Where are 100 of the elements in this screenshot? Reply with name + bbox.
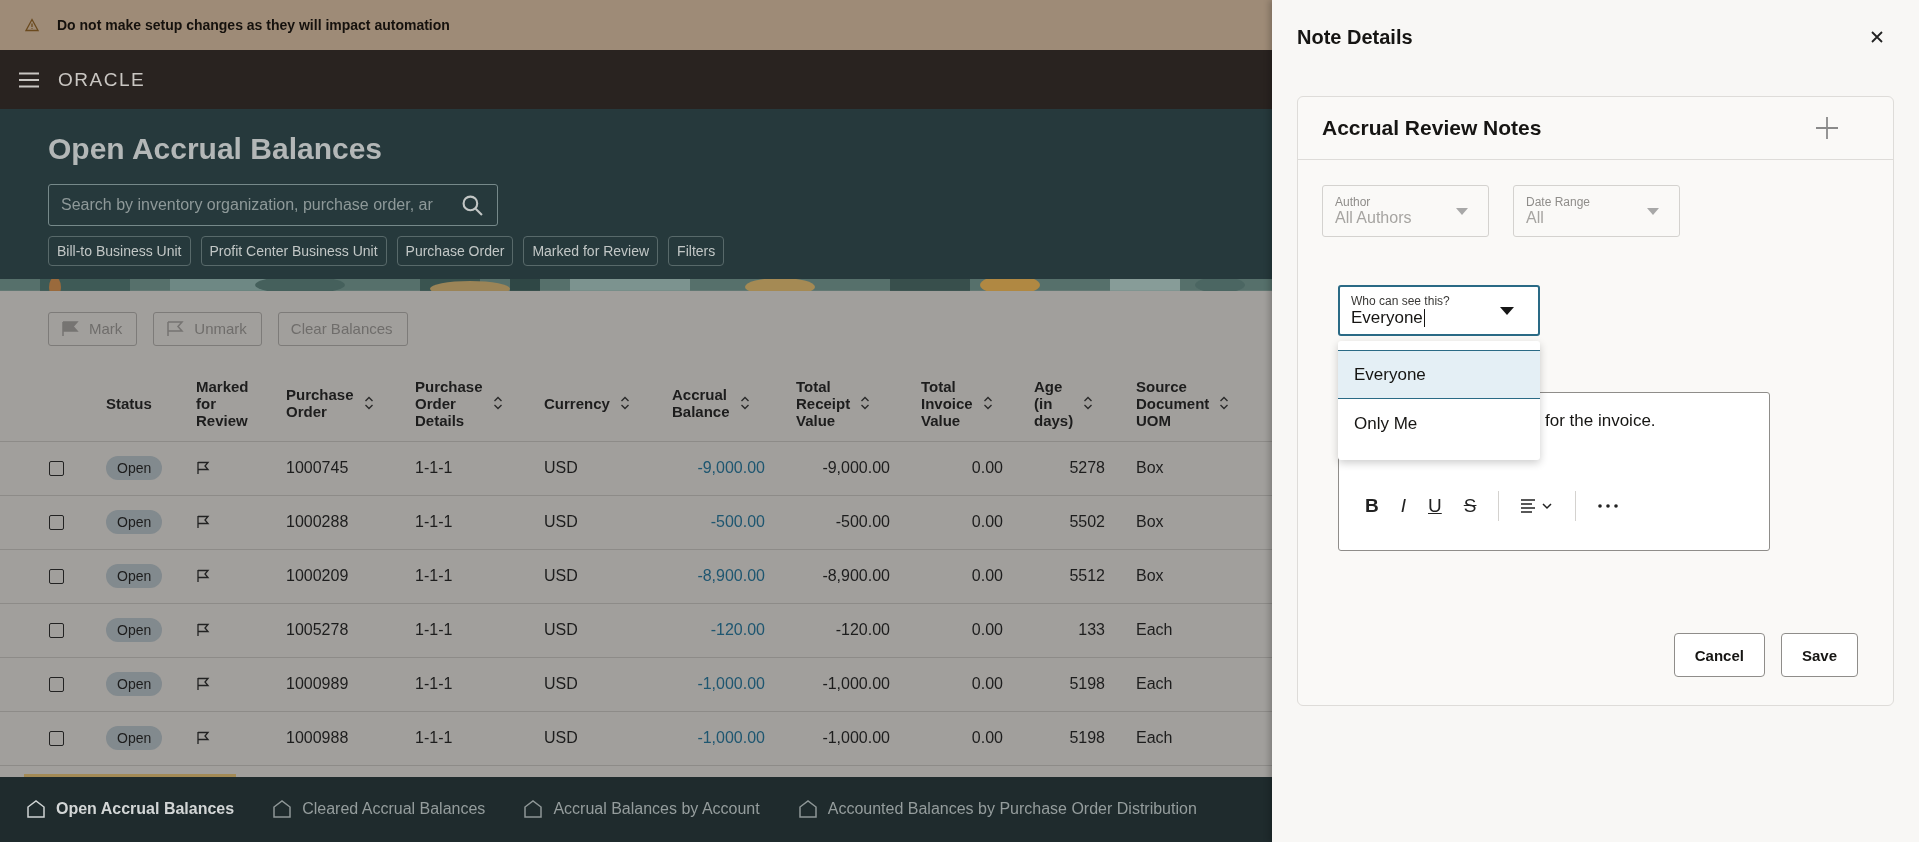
column-header[interactable]: Currency <box>544 394 630 413</box>
table-cell: -120.00 <box>835 621 890 640</box>
table-cell: 0.00 <box>971 621 1003 640</box>
row-checkbox[interactable] <box>49 730 64 746</box>
filter-chip[interactable]: Marked for Review <box>523 236 659 267</box>
table-cell: 5502 <box>1069 513 1105 532</box>
format-button[interactable]: I <box>1400 495 1406 517</box>
dropdown-option[interactable]: Everyone <box>1338 350 1540 399</box>
table-cell: Box <box>1136 513 1164 532</box>
table-cell: USD <box>544 513 578 532</box>
table-cell: Each <box>1136 729 1173 748</box>
status-badge: Open <box>106 672 163 697</box>
search-icon[interactable] <box>462 194 483 216</box>
caret-icon <box>1647 207 1659 215</box>
filter-chip[interactable]: Purchase Order <box>396 236 514 267</box>
column-header[interactable]: Source Document UOM <box>1136 377 1230 430</box>
house-icon <box>272 799 293 820</box>
table-cell: 5278 <box>1069 459 1105 478</box>
filter-chip[interactable]: Filters <box>668 236 725 267</box>
column-header[interactable]: Age (in days) <box>1034 377 1094 430</box>
row-checkbox[interactable] <box>49 568 64 584</box>
table-cell: 1000288 <box>286 513 349 532</box>
table-cell: 1-1-1 <box>415 675 453 694</box>
bottom-tab[interactable]: Open Accrual Balances <box>24 773 237 842</box>
column-header[interactable]: Status <box>106 394 152 413</box>
status-badge: Open <box>106 510 163 535</box>
search-field[interactable]: Search by inventory organization, purchase order, ar <box>48 184 498 227</box>
sort-icon[interactable] <box>860 396 871 411</box>
add-icon[interactable] <box>1816 117 1838 139</box>
house-icon <box>523 799 544 820</box>
flag-icon[interactable] <box>196 623 210 638</box>
table-cell: 1000988 <box>286 729 349 748</box>
table-cell: 0.00 <box>971 675 1003 694</box>
table-cell: 1-1-1 <box>415 621 453 640</box>
row-checkbox[interactable] <box>49 460 64 476</box>
flag-icon[interactable] <box>196 569 210 584</box>
table-cell: 0.00 <box>971 459 1003 478</box>
table-cell: 5198 <box>1069 729 1105 748</box>
row-checkbox[interactable] <box>49 676 64 692</box>
table-cell: 0.00 <box>971 729 1003 748</box>
sort-icon[interactable] <box>982 396 993 411</box>
column-header[interactable]: Total Invoice Value <box>921 377 993 430</box>
table-cell: -9,000.00 <box>822 459 890 478</box>
sort-icon[interactable] <box>492 396 503 411</box>
table-cell: 1-1-1 <box>415 729 453 748</box>
table-cell: 1-1-1 <box>415 567 453 586</box>
table-cell: USD <box>544 567 578 586</box>
row-checkbox[interactable] <box>49 622 64 638</box>
table-cell: 0.00 <box>971 513 1003 532</box>
row-checkbox[interactable] <box>49 514 64 530</box>
flag-icon[interactable] <box>196 461 210 476</box>
more-icon[interactable] <box>1598 504 1619 508</box>
menu-icon[interactable] <box>18 71 40 88</box>
table-cell: 1000989 <box>286 675 349 694</box>
table-cell: 1-1-1 <box>415 513 453 532</box>
flag-icon[interactable] <box>196 677 210 692</box>
filter-chip[interactable]: Bill-to Business Unit <box>48 236 191 267</box>
status-badge: Open <box>106 726 163 751</box>
sort-icon[interactable] <box>1219 396 1230 411</box>
bottom-tab[interactable]: Accounted Balances by Purchase Order Distribution <box>795 773 1199 842</box>
filter-chip[interactable]: Profit Center Business Unit <box>200 236 387 267</box>
format-button[interactable]: U <box>1428 495 1442 517</box>
visibility-select[interactable]: Who can see this? Everyone <box>1338 285 1540 336</box>
column-header[interactable]: Total Receipt Value <box>796 377 871 430</box>
status-badge: Open <box>106 564 163 589</box>
table-cell: -8,900.00 <box>822 567 890 586</box>
bottom-tab[interactable]: Accrual Balances by Account <box>521 773 762 842</box>
cancel-button[interactable]: Cancel <box>1673 633 1765 677</box>
caret-icon <box>1500 306 1514 315</box>
align-icon[interactable] <box>1521 498 1554 514</box>
status-badge: Open <box>106 456 163 481</box>
table-cell: -500.00 <box>835 513 890 532</box>
table-cell: 1005278 <box>286 621 349 640</box>
format-button[interactable]: S <box>1463 495 1477 517</box>
column-header[interactable]: Marked for Review <box>196 377 249 430</box>
warning-icon <box>25 18 39 33</box>
column-header[interactable]: Purchase Order Details <box>415 377 503 430</box>
note-text: for the invoice. <box>1545 411 1656 431</box>
sort-icon[interactable] <box>363 396 374 411</box>
close-icon[interactable] <box>1871 31 1883 43</box>
format-button[interactable]: B <box>1365 495 1379 517</box>
table-cell: Each <box>1136 675 1173 694</box>
bottom-tab[interactable]: Cleared Accrual Balances <box>270 773 488 842</box>
sort-icon[interactable] <box>619 396 630 411</box>
table-cell: USD <box>544 621 578 640</box>
panel-title: Note Details <box>1297 25 1413 49</box>
table-cell: 1000209 <box>286 567 349 586</box>
flag-icon[interactable] <box>196 731 210 746</box>
dropdown-option[interactable]: Only Me <box>1338 399 1540 448</box>
sort-icon[interactable] <box>1083 396 1094 411</box>
table-cell: 5512 <box>1069 567 1105 586</box>
save-button[interactable]: Save <box>1780 633 1858 677</box>
table-cell: Box <box>1136 459 1164 478</box>
flag-icon[interactable] <box>196 515 210 530</box>
column-header[interactable]: Accrual Balance <box>672 386 750 421</box>
logo[interactable]: ORACLE <box>58 68 146 91</box>
sort-icon[interactable] <box>739 396 750 411</box>
status-badge: Open <box>106 618 163 643</box>
table-cell: 133 <box>1078 621 1105 640</box>
column-header[interactable]: Purchase Order <box>286 386 374 421</box>
